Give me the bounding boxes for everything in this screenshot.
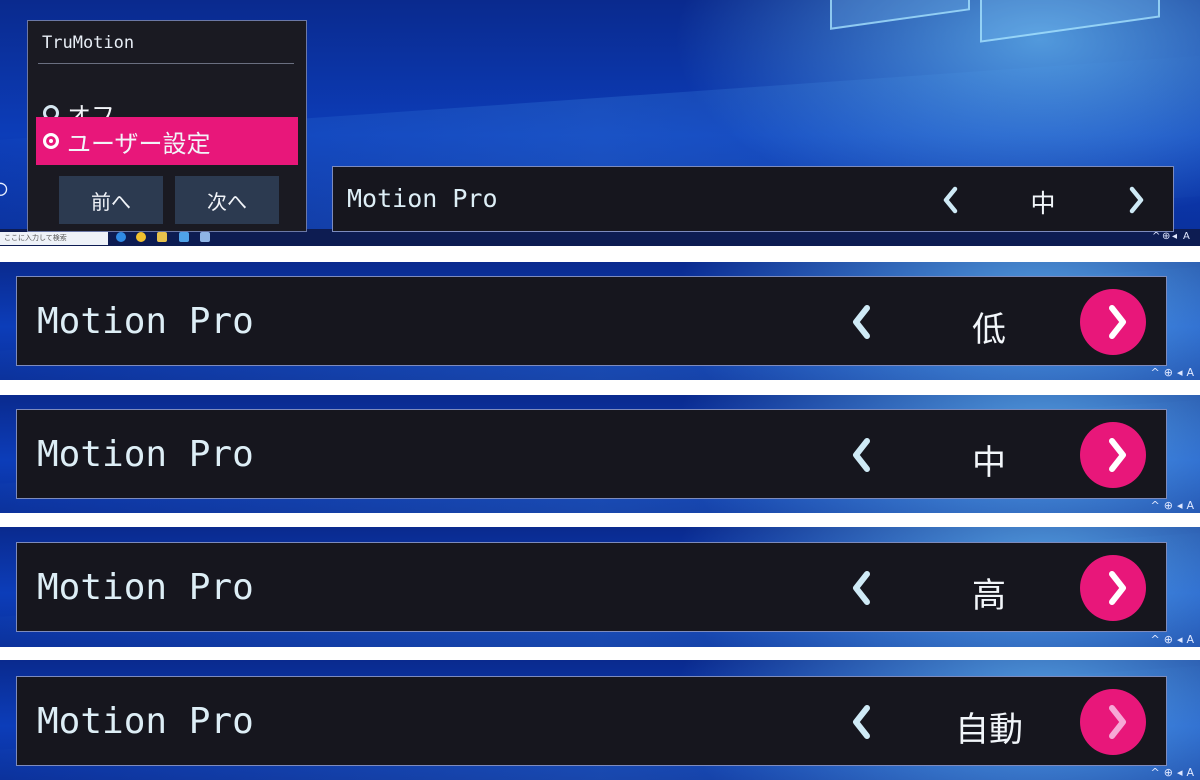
- tray-chevron-icon[interactable]: ^: [1151, 633, 1160, 646]
- network-icon[interactable]: ⊕: [1164, 366, 1173, 379]
- network-icon[interactable]: ⊕: [1164, 499, 1173, 512]
- motion-pro-bar: Motion Pro 自動: [16, 676, 1167, 766]
- chrome-icon[interactable]: [136, 232, 146, 242]
- chevron-left-icon[interactable]: [849, 436, 875, 474]
- volume-icon[interactable]: ◂: [1172, 231, 1177, 242]
- tray-chevron-icon[interactable]: ^: [1151, 499, 1160, 512]
- desktop-screen-top: ○ TruMotion オフ ユーザー設定 前へ 次へ Motion Pro 中…: [0, 0, 1200, 246]
- prev-button[interactable]: 前へ: [59, 176, 163, 224]
- motion-pro-label: Motion Pro: [37, 301, 254, 342]
- chevron-left-icon[interactable]: [941, 185, 961, 215]
- ime-indicator[interactable]: A: [1183, 231, 1190, 242]
- motion-pro-bar: Motion Pro 低: [16, 276, 1167, 366]
- option-label: ユーザー設定: [67, 129, 211, 158]
- chevron-right-icon[interactable]: [1104, 436, 1130, 474]
- chevron-left-icon[interactable]: [849, 569, 875, 607]
- search-icon: ○: [0, 176, 8, 201]
- network-icon[interactable]: ⊕: [1164, 633, 1173, 646]
- ime-indicator[interactable]: A: [1186, 499, 1194, 512]
- motion-pro-value: 中: [972, 443, 1006, 483]
- volume-icon[interactable]: ◂: [1177, 499, 1183, 512]
- chevron-left-icon[interactable]: [849, 703, 875, 741]
- app-icon[interactable]: [200, 232, 210, 242]
- motion-pro-label: Motion Pro: [37, 567, 254, 608]
- ime-indicator[interactable]: A: [1186, 633, 1194, 646]
- chevron-right-icon[interactable]: [1104, 703, 1130, 741]
- motion-pro-value: 自動: [955, 710, 1023, 750]
- network-icon[interactable]: ⊕: [1162, 231, 1170, 242]
- motion-pro-value: 低: [972, 310, 1006, 350]
- motion-pro-value: 高: [972, 576, 1006, 616]
- chevron-right-icon[interactable]: [1104, 569, 1130, 607]
- trumotion-menu: TruMotion オフ ユーザー設定 前へ 次へ: [27, 20, 307, 232]
- network-icon[interactable]: ⊕: [1164, 766, 1173, 779]
- ime-indicator[interactable]: A: [1186, 766, 1194, 779]
- motion-pro-label: Motion Pro: [37, 434, 254, 475]
- chevron-right-icon[interactable]: [1104, 303, 1130, 341]
- tray-chevron-icon[interactable]: ^: [1151, 366, 1160, 379]
- tray-chevron-icon[interactable]: ^: [1151, 766, 1160, 779]
- mail-icon[interactable]: [179, 232, 189, 242]
- file-explorer-icon[interactable]: [157, 232, 167, 242]
- motion-pro-bar: Motion Pro 中: [16, 409, 1167, 499]
- next-button[interactable]: 次へ: [175, 176, 279, 224]
- tray-chevron-icon[interactable]: ^: [1152, 231, 1160, 242]
- motion-pro-label: Motion Pro: [347, 184, 498, 213]
- volume-icon[interactable]: ◂: [1177, 366, 1183, 379]
- motion-pro-label: Motion Pro: [37, 701, 254, 742]
- chevron-right-icon[interactable]: [1126, 185, 1146, 215]
- menu-divider: [38, 63, 294, 64]
- windows-logo-pane: [980, 0, 1160, 43]
- motion-pro-bar: Motion Pro 中: [332, 166, 1174, 232]
- motion-pro-bar: Motion Pro 高: [16, 542, 1167, 632]
- windows-logo-pane: [830, 0, 970, 30]
- volume-icon[interactable]: ◂: [1177, 633, 1183, 646]
- menu-title: TruMotion: [42, 33, 135, 53]
- motion-pro-value: 中: [1030, 189, 1056, 218]
- ime-indicator[interactable]: A: [1186, 366, 1194, 379]
- trumotion-option-user-setting[interactable]: ユーザー設定: [36, 117, 298, 165]
- system-tray: ^ ⊕ ◂ A: [1151, 366, 1195, 379]
- volume-icon[interactable]: ◂: [1177, 766, 1183, 779]
- system-tray: ^ ⊕ ◂ A: [1151, 766, 1195, 779]
- system-tray: ^ ⊕ ◂ A: [1151, 499, 1195, 512]
- chevron-left-icon[interactable]: [849, 303, 875, 341]
- taskbar-search-box[interactable]: ここに入力して検索: [0, 232, 108, 245]
- edge-browser-icon[interactable]: [116, 232, 126, 242]
- radio-button-selected-icon[interactable]: [43, 133, 59, 149]
- system-tray: ^ ⊕ ◂ A: [1151, 633, 1195, 646]
